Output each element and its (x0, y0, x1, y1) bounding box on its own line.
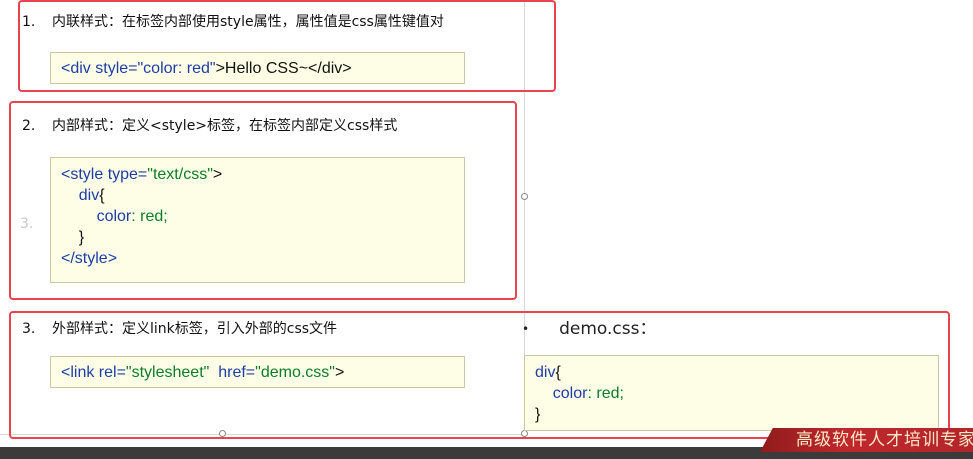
code-value: : red; (587, 385, 624, 402)
code-punct: { (99, 187, 105, 204)
resize-handle-right[interactable] (521, 193, 528, 200)
slide-canvas: 1. 内联样式：在标签内部使用style属性，属性值是css属性键值对 <div … (0, 0, 973, 459)
code-attr: href= (218, 364, 256, 381)
code-value: "text/css" (147, 166, 213, 183)
code-value: : red; (131, 208, 168, 225)
code-attr: rel= (98, 364, 126, 381)
heading-number: 1. (22, 14, 36, 30)
code-punct: } (78, 229, 85, 246)
code-block-inline: <div style="color: red">Hello CSS~</div> (50, 52, 465, 84)
code-property: color (96, 208, 132, 225)
heading-number: 3. (22, 321, 36, 337)
code-block-external: <link rel="stylesheet" href="demo.css"> (50, 356, 465, 388)
code-punct: { (555, 364, 561, 381)
ghost-number: 3. (20, 216, 34, 232)
code-property: color (552, 385, 588, 402)
code-block-internal: <style type="text/css"> div{ color: red;… (50, 157, 465, 283)
code-punct: > (334, 364, 345, 381)
heading-text: 内部样式：定义<style>标签，在标签内部定义css样式 (52, 118, 398, 134)
bullet-dot: • (522, 322, 530, 336)
code-content: >Hello CSS~</div> (215, 60, 352, 77)
brand-banner: 高级软件人才培训专家 (760, 428, 973, 452)
code-attr: style= (95, 60, 138, 77)
heading-internal-style: 2. 内部样式：定义<style>标签，在标签内部定义css样式 (22, 115, 397, 135)
demo-filename: demo.css： (559, 319, 657, 339)
code-attr: type= (107, 166, 148, 183)
code-selector: div (78, 187, 100, 204)
code-punct: } (535, 406, 541, 423)
code-tag: <style (61, 166, 108, 183)
bullet-demo-css: • demo.css： (522, 314, 656, 339)
heading-inline-style: 1. 内联样式：在标签内部使用style属性，属性值是css属性键值对 (22, 11, 444, 31)
code-value: "stylesheet" (125, 364, 210, 381)
code-tag: <div (61, 60, 96, 77)
code-punct: > (212, 166, 223, 183)
code-tag: <link (61, 364, 99, 381)
code-tag: </style> (61, 250, 118, 267)
heading-external-style: 3. 外部样式：定义link标签，引入外部的css文件 (22, 318, 337, 338)
code-selector: div (535, 364, 556, 381)
code-value: "color: red" (137, 60, 216, 77)
code-block-demo-css: div{ color: red; } (524, 355, 939, 431)
code-value: "demo.css" (255, 364, 335, 381)
heading-number: 2. (22, 118, 36, 134)
heading-text: 内联样式：在标签内部使用style属性，属性值是css属性键值对 (52, 14, 444, 30)
heading-text: 外部样式：定义link标签，引入外部的css文件 (52, 321, 338, 337)
